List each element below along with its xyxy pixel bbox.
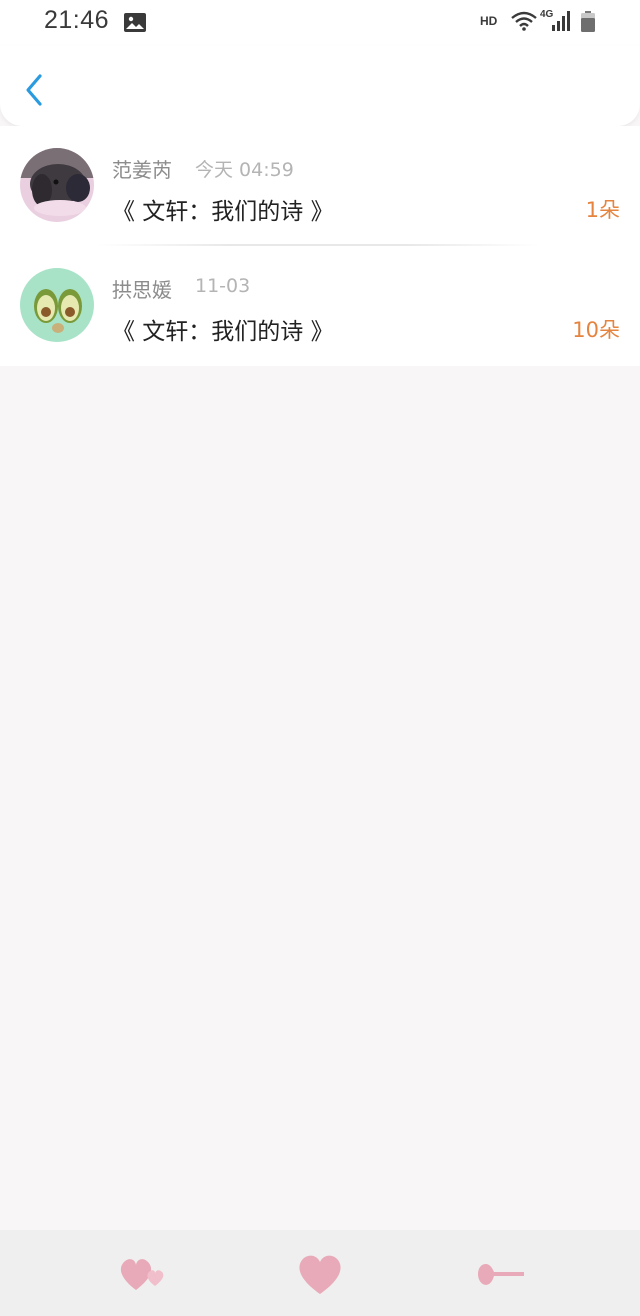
- timestamp: 今天 04:59: [195, 159, 294, 181]
- signal-icon: 4G: [540, 9, 570, 31]
- network-label: 4G: [540, 9, 554, 20]
- record-list: 范姜芮 今天 04:59 《 文轩：我们的诗 》 1朵 拱思媛 11-03 《 …: [0, 126, 640, 366]
- bottom-bar: [0, 1230, 640, 1316]
- chevron-left-icon: [26, 74, 42, 106]
- wifi-icon: [511, 11, 537, 31]
- list-item[interactable]: 范姜芮 今天 04:59 《 文轩：我们的诗 》 1朵: [0, 126, 640, 246]
- list-item[interactable]: 拱思媛 11-03 《 文轩：我们的诗 》 10朵: [0, 246, 640, 366]
- hd-label: HD: [480, 14, 498, 28]
- avatar[interactable]: [20, 268, 94, 342]
- battery-icon: [581, 11, 595, 32]
- status-time: 21:46: [44, 6, 110, 34]
- flower-count: 1朵: [585, 198, 620, 222]
- avocado-avatar: [20, 268, 94, 342]
- sender-name: 拱思媛: [112, 278, 172, 302]
- sender-name: 范姜芮: [112, 158, 172, 182]
- status-bar: 21:46 HD 4G: [0, 0, 640, 46]
- bunny-avatar: [20, 148, 94, 222]
- gallery-icon: [124, 13, 146, 32]
- heart-icon[interactable]: [299, 1255, 341, 1294]
- double-heart-icon[interactable]: [116, 1256, 168, 1292]
- item-title: 《 文轩：我们的诗 》: [112, 319, 334, 345]
- timestamp: 11-03: [195, 275, 251, 297]
- arrow-back-icon[interactable]: [478, 1264, 524, 1285]
- item-title: 《 文轩：我们的诗 》: [112, 199, 334, 225]
- avatar[interactable]: [20, 148, 94, 222]
- nav-bar: [0, 46, 640, 126]
- back-button[interactable]: [16, 68, 52, 112]
- flower-count: 10朵: [572, 318, 620, 342]
